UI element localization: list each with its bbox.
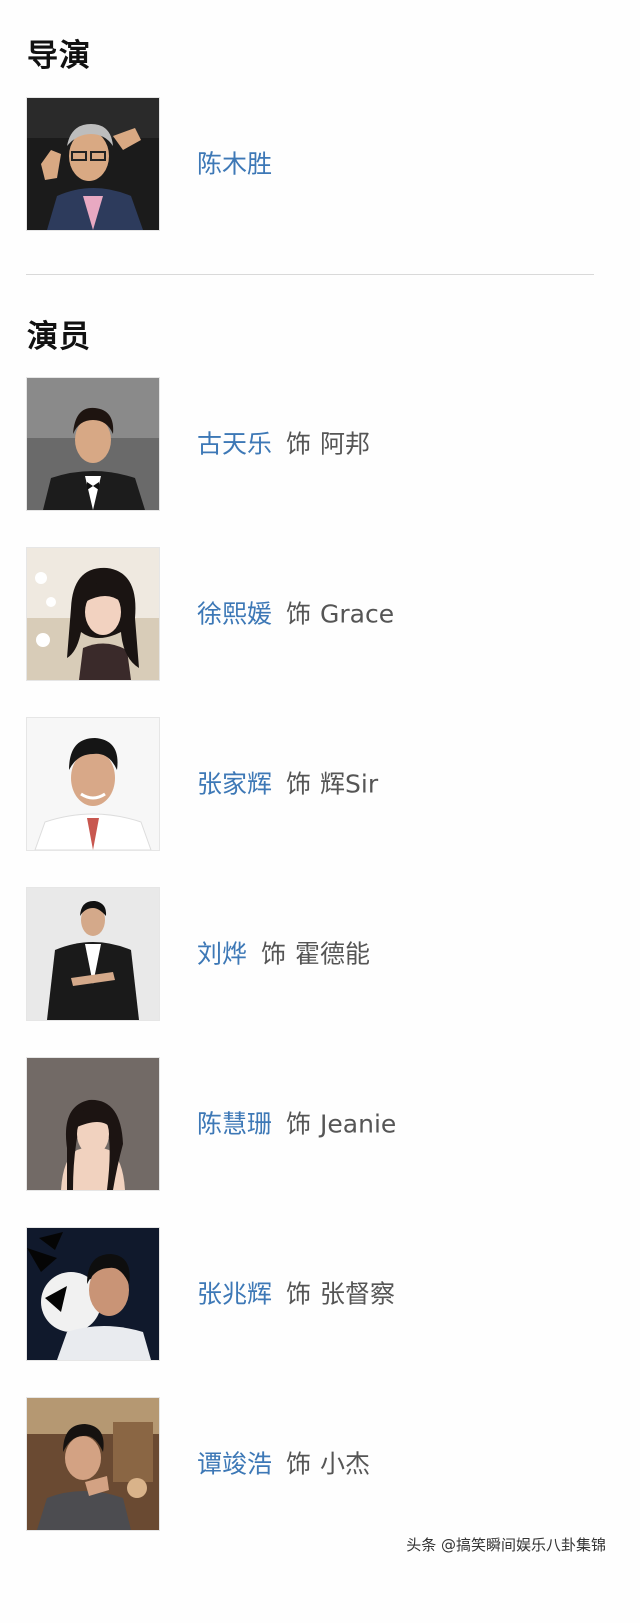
cast-caption: 刘烨饰霍德能 bbox=[197, 942, 370, 967]
role-prefix: 饰 bbox=[286, 769, 312, 799]
cast-caption: 陈慧珊饰 Jeanie bbox=[197, 1112, 396, 1137]
actor-name-link[interactable]: 刘烨 bbox=[197, 940, 247, 969]
character-name: 霍德能 bbox=[295, 939, 371, 969]
actor-name-link[interactable]: 徐熙媛 bbox=[197, 600, 272, 629]
role-prefix: 饰 bbox=[286, 1279, 312, 1309]
director-caption: 陈木胜 bbox=[197, 152, 272, 177]
cast-section-title: 演员 bbox=[27, 319, 91, 355]
cast-portrait-image bbox=[27, 548, 159, 680]
cast-portrait-image bbox=[27, 888, 159, 1020]
character-name: Jeanie bbox=[320, 1109, 397, 1139]
character-name: Grace bbox=[320, 599, 395, 629]
character-name: 小杰 bbox=[320, 1449, 371, 1479]
cast-crew-page: 导演 陈木胜 演员 古天乐 饰 阿邦 徐熙媛 饰 Grace 张家辉 饰 辉Si… bbox=[0, 0, 640, 1623]
role-prefix: 饰 bbox=[286, 429, 312, 459]
role-prefix: 饰 bbox=[261, 939, 287, 969]
actor-name-link[interactable]: 谭竣浩 bbox=[197, 1450, 272, 1479]
character-name: 张督察 bbox=[320, 1279, 396, 1309]
cast-caption: 古天乐饰阿邦 bbox=[197, 432, 370, 457]
cast-item[interactable]: 徐熙媛饰 Grace bbox=[26, 547, 586, 681]
cast-photo[interactable] bbox=[26, 547, 160, 681]
cast-caption: 谭竣浩饰小杰 bbox=[197, 1452, 370, 1477]
section-divider bbox=[26, 274, 594, 275]
cast-photo[interactable] bbox=[26, 717, 160, 851]
cast-photo[interactable] bbox=[26, 377, 160, 511]
character-name: 辉Sir bbox=[320, 769, 379, 799]
actor-name-link[interactable]: 陈慧珊 bbox=[197, 1110, 272, 1139]
cast-item[interactable]: 张家辉饰辉Sir bbox=[26, 717, 586, 851]
cast-item[interactable]: 陈慧珊饰 Jeanie bbox=[26, 1057, 586, 1191]
cast-item[interactable]: 古天乐饰阿邦 bbox=[26, 377, 586, 511]
cast-photo[interactable] bbox=[26, 887, 160, 1021]
source-watermark: 头条 @搞笑瞬间娱乐八卦集锦 bbox=[406, 1536, 606, 1554]
cast-photo[interactable] bbox=[26, 1227, 160, 1361]
director-photo[interactable] bbox=[26, 97, 160, 231]
cast-caption: 张家辉饰辉Sir bbox=[197, 772, 378, 797]
cast-item[interactable]: 刘烨饰霍德能 bbox=[26, 887, 586, 1021]
cast-item[interactable]: 张兆辉饰张督察 bbox=[26, 1227, 586, 1361]
cast-caption: 张兆辉饰张督察 bbox=[197, 1282, 395, 1307]
cast-photo[interactable] bbox=[26, 1397, 160, 1531]
role-prefix: 饰 bbox=[286, 1109, 312, 1139]
role-prefix: 饰 bbox=[286, 1449, 312, 1479]
director-item[interactable]: 陈木胜 bbox=[26, 97, 586, 231]
cast-photo[interactable] bbox=[26, 1057, 160, 1191]
cast-item[interactable]: 谭竣浩饰小杰 bbox=[26, 1397, 586, 1531]
director-portrait-image bbox=[27, 98, 159, 230]
cast-caption: 徐熙媛饰 Grace bbox=[197, 602, 394, 627]
actor-name-link[interactable]: 古天乐 bbox=[197, 430, 272, 459]
cast-portrait-image bbox=[27, 378, 159, 510]
director-section-title: 导演 bbox=[27, 38, 91, 74]
actor-name-link[interactable]: 张家辉 bbox=[197, 770, 272, 799]
cast-portrait-image bbox=[27, 1228, 159, 1360]
character-name: 阿邦 bbox=[320, 429, 371, 459]
cast-portrait-image bbox=[27, 718, 159, 850]
cast-portrait-image bbox=[27, 1058, 159, 1190]
actor-name-link[interactable]: 张兆辉 bbox=[197, 1280, 272, 1309]
role-prefix: 饰 bbox=[286, 599, 312, 629]
cast-portrait-image bbox=[27, 1398, 159, 1530]
director-name-link[interactable]: 陈木胜 bbox=[197, 150, 272, 179]
